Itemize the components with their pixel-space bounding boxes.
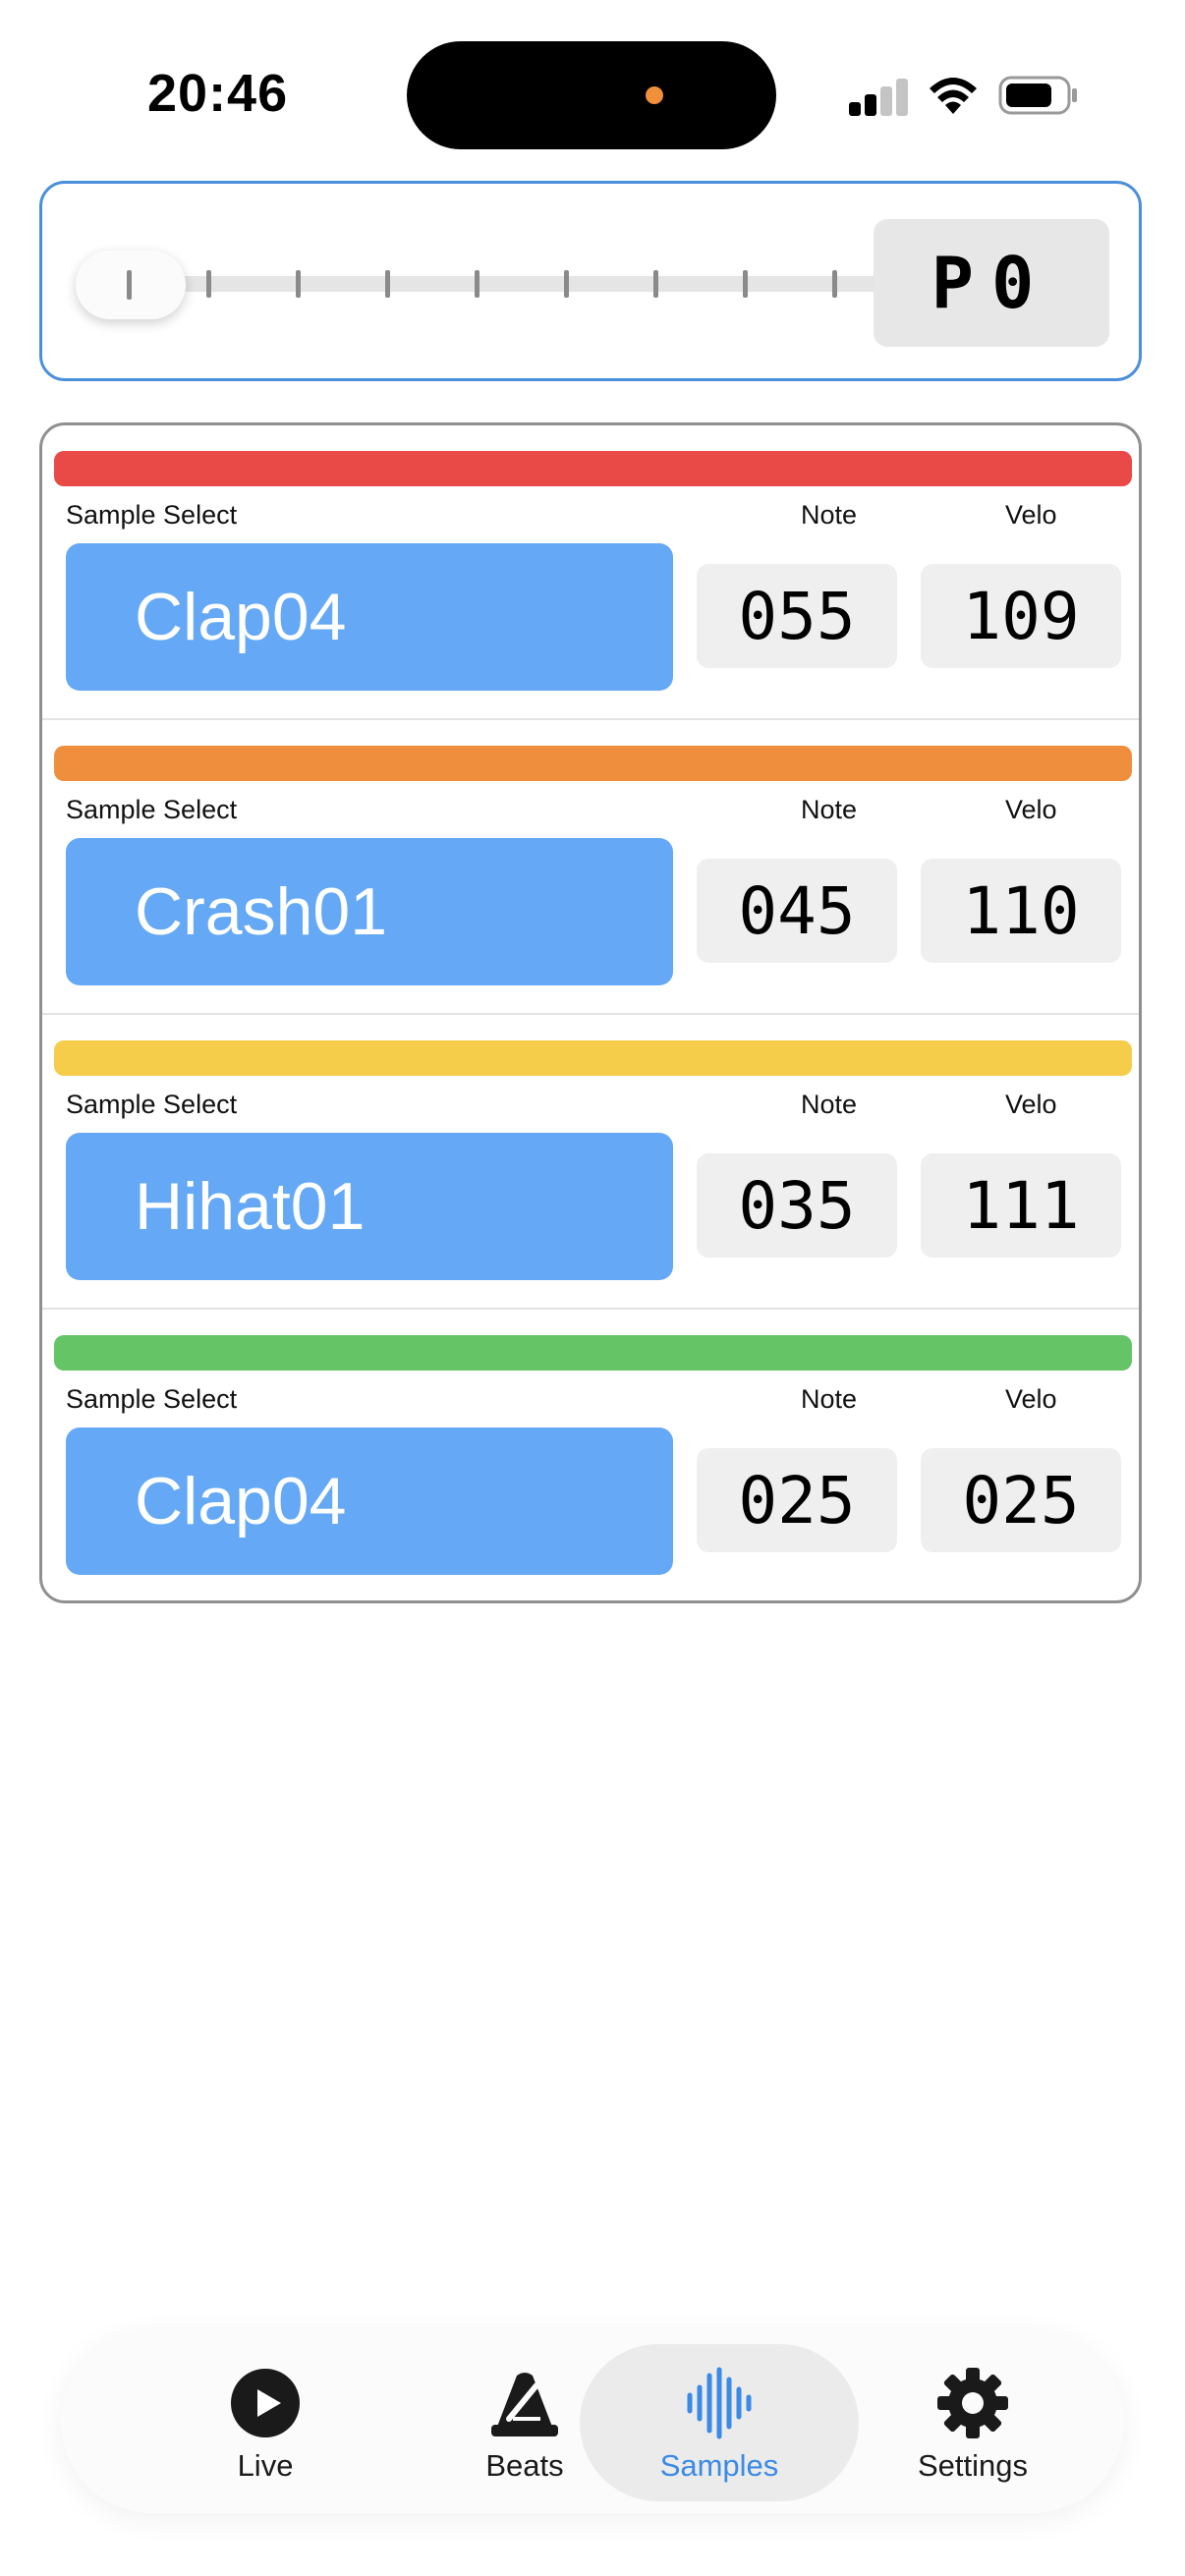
velocity-value-field[interactable]: 025 <box>921 1448 1121 1552</box>
slider-tick-mark <box>564 270 569 298</box>
tab-settings[interactable]: Settings <box>875 2330 1071 2513</box>
sample-row: Sample Select Note Velo Clap04 055 109 <box>42 425 1139 720</box>
sample-select-label: Sample Select <box>66 500 238 530</box>
pattern-slider-knob[interactable] <box>76 251 186 319</box>
sample-row: Sample Select Note Velo Hihat01 035 111 <box>42 1015 1139 1310</box>
slider-knob-mark <box>127 270 132 300</box>
velo-label: Velo <box>1005 795 1057 824</box>
sample-select-label: Sample Select <box>66 1090 238 1119</box>
velocity-value-field[interactable]: 111 <box>921 1153 1121 1258</box>
sample-select-button[interactable]: Clap04 <box>66 543 673 691</box>
tab-beats[interactable]: Beats <box>426 2330 623 2513</box>
sample-row: Sample Select Note Velo Clap04 025 025 <box>42 1310 1139 1600</box>
sample-select-button[interactable]: Clap04 <box>66 1428 673 1575</box>
battery-icon <box>998 76 1077 115</box>
slider-tick-mark <box>832 270 837 298</box>
waveform-icon <box>687 2367 752 2439</box>
note-label: Note <box>801 1090 858 1119</box>
sample-select-button[interactable]: Crash01 <box>66 838 673 985</box>
sample-list: Sample Select Note Velo Clap04 055 109 S… <box>39 422 1142 1603</box>
note-value-field[interactable]: 045 <box>697 859 897 963</box>
velo-label: Velo <box>1005 1090 1057 1119</box>
note-label: Note <box>801 795 858 824</box>
velocity-value-field[interactable]: 109 <box>921 564 1121 668</box>
note-label: Note <box>801 500 858 530</box>
sample-row: Sample Select Note Velo Crash01 045 110 <box>42 720 1139 1015</box>
note-value-field[interactable]: 025 <box>697 1448 897 1552</box>
pattern-control-panel: P0 <box>39 181 1142 381</box>
velo-label: Velo <box>1005 1384 1057 1414</box>
recording-indicator-dot <box>646 86 663 104</box>
bottom-tab-bar: Live Beats Samples Settings <box>61 2330 1124 2513</box>
sample-color-bar <box>54 451 1132 486</box>
dynamic-island <box>407 41 776 149</box>
sample-select-label: Sample Select <box>66 1384 238 1414</box>
status-bar: 20:46 <box>0 0 1185 177</box>
sample-select-label: Sample Select <box>66 795 238 824</box>
status-time: 20:46 <box>147 64 289 123</box>
sample-color-bar <box>54 1040 1132 1076</box>
note-value-field[interactable]: 035 <box>697 1153 897 1258</box>
sample-color-bar <box>54 746 1132 781</box>
velo-label: Velo <box>1005 500 1057 530</box>
slider-tick-mark <box>743 270 748 298</box>
slider-tick-mark <box>206 270 211 298</box>
sample-select-button[interactable]: Hihat01 <box>66 1133 673 1280</box>
slider-tick-mark <box>296 270 301 298</box>
tab-label: Beats <box>485 2448 564 2483</box>
slider-tick-mark <box>475 270 480 298</box>
wifi-icon <box>930 78 977 114</box>
slider-tick-mark <box>653 270 658 298</box>
tab-samples[interactable]: Samples <box>629 2330 810 2513</box>
pattern-display[interactable]: P0 <box>874 219 1109 347</box>
tab-label: Live <box>237 2448 294 2483</box>
note-label: Note <box>801 1384 858 1414</box>
tab-live[interactable]: Live <box>167 2330 364 2513</box>
tab-label: Settings <box>917 2448 1028 2483</box>
note-value-field[interactable]: 055 <box>697 564 897 668</box>
sample-color-bar <box>54 1335 1132 1371</box>
velocity-value-field[interactable]: 110 <box>921 859 1121 963</box>
pattern-slider-track[interactable] <box>121 276 889 292</box>
metronome-icon <box>491 2373 558 2436</box>
play-circle-icon <box>231 2369 300 2437</box>
gear-icon <box>937 2368 1008 2438</box>
tab-label: Samples <box>659 2448 779 2483</box>
cellular-signal-icon <box>849 77 910 116</box>
slider-tick-mark <box>385 270 390 298</box>
